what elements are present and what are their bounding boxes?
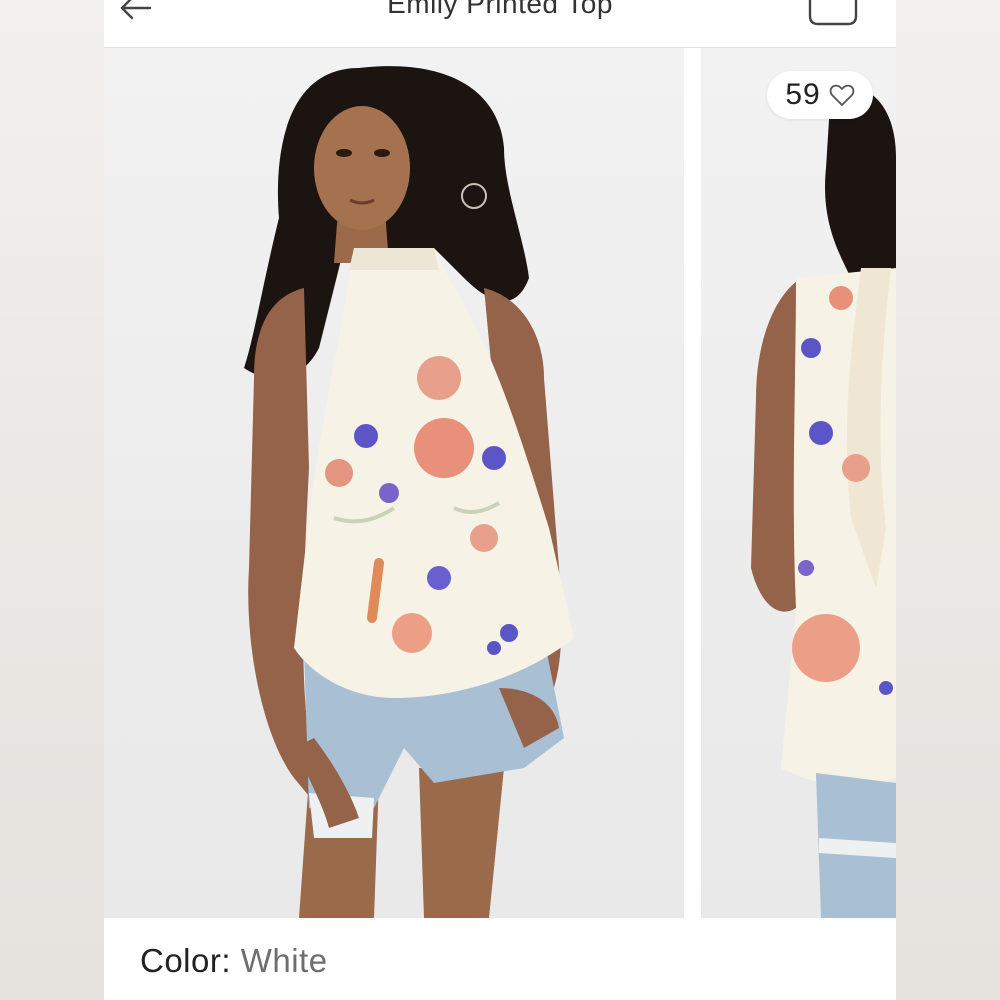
blurred-right-margin — [896, 0, 1000, 1000]
top-nav-bar: Emily Printed Top — [104, 0, 896, 48]
page-title: Emily Printed Top — [387, 0, 613, 19]
heart-outline-icon — [829, 84, 854, 106]
shopping-bag-icon — [808, 0, 858, 26]
app-screen: Emily Printed Top 59 Color: White — [104, 0, 896, 1000]
model-back-illustration — [751, 86, 896, 918]
product-image-gallery[interactable]: 59 — [104, 48, 896, 918]
like-button[interactable]: 59 — [767, 71, 873, 119]
product-photo-back[interactable] — [701, 48, 896, 918]
color-row: Color: White — [140, 942, 328, 980]
model-front-illustration — [244, 66, 574, 918]
bag-button[interactable] — [808, 0, 858, 26]
color-label: Color: — [140, 942, 241, 979]
blurred-left-margin — [0, 0, 104, 1000]
product-photo-front[interactable] — [104, 48, 684, 918]
product-details: Color: White — [104, 918, 896, 1000]
like-count: 59 — [785, 78, 821, 111]
color-value: White — [240, 942, 328, 979]
